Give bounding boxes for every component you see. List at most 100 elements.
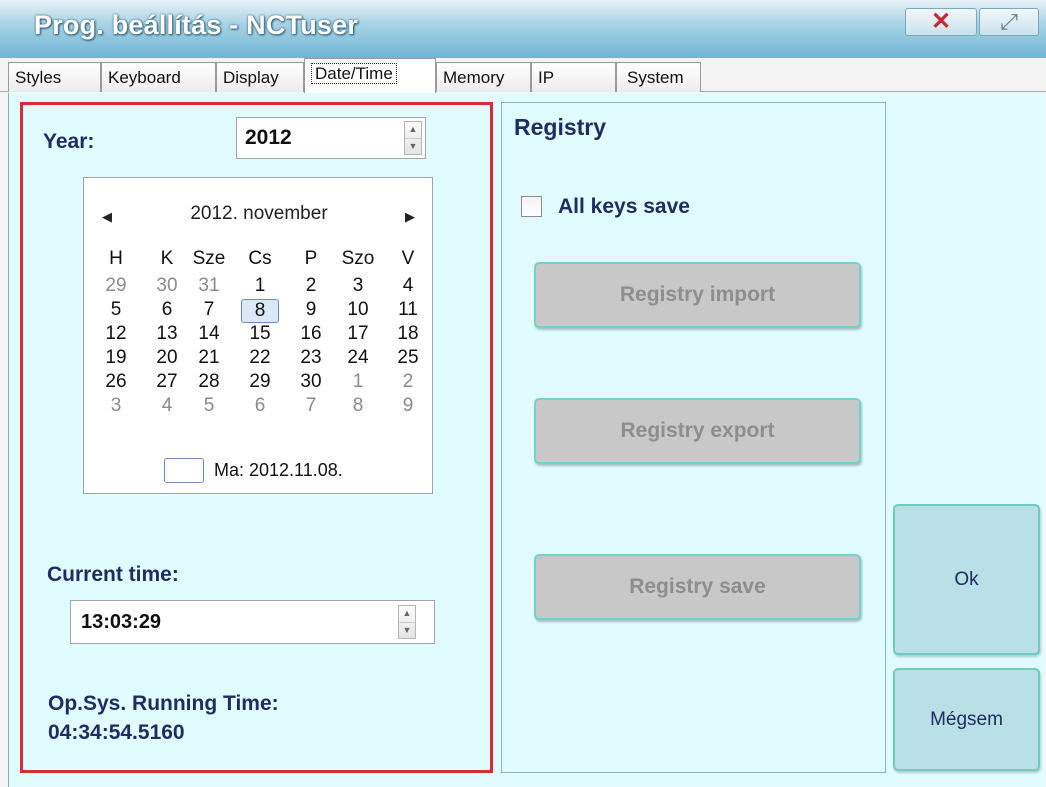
- calendar-day[interactable]: 3: [334, 275, 382, 297]
- calendar-day[interactable]: 6: [236, 395, 284, 417]
- tab-label: Memory: [443, 68, 505, 87]
- calendar-day[interactable]: 7: [287, 395, 335, 417]
- calendar-day-label: 16: [300, 323, 322, 344]
- calendar-day[interactable]: 30: [287, 371, 335, 393]
- tab-ip[interactable]: IP: [531, 62, 616, 92]
- calendar-day[interactable]: 17: [334, 323, 382, 345]
- calendar-day[interactable]: 21: [185, 347, 233, 369]
- calendar-day[interactable]: 13: [143, 323, 191, 345]
- calendar-day[interactable]: 28: [185, 371, 233, 393]
- time-spinner[interactable]: ▲ ▼: [398, 605, 416, 639]
- calendar-day[interactable]: 22: [236, 347, 284, 369]
- calendar-day[interactable]: 12: [92, 323, 140, 345]
- tab-date-time[interactable]: Date/Time: [304, 58, 436, 93]
- calendar-day[interactable]: 7: [185, 299, 233, 321]
- calendar-month-title[interactable]: 2012. november: [84, 203, 434, 225]
- calendar-day[interactable]: 8: [236, 299, 284, 323]
- maximize-button[interactable]: ⤢: [979, 8, 1039, 36]
- calendar-day[interactable]: 5: [92, 299, 140, 321]
- calendar-day[interactable]: 1: [236, 275, 284, 297]
- calendar-day[interactable]: 6: [143, 299, 191, 321]
- spin-up-icon[interactable]: ▲: [399, 606, 415, 622]
- calendar-day-label: 6: [161, 299, 173, 320]
- calendar-day-label: 2: [305, 275, 317, 296]
- all-keys-save-checkbox[interactable]: [521, 196, 542, 217]
- today-link[interactable]: Ma: 2012.11.08.: [214, 460, 343, 481]
- year-input[interactable]: 2012 ▲ ▼: [236, 117, 426, 159]
- calendar-day[interactable]: 10: [334, 299, 382, 321]
- calendar-day[interactable]: 31: [185, 275, 233, 297]
- current-time-input[interactable]: 13:03:29 ▲ ▼: [70, 600, 435, 644]
- calendar-day[interactable]: 4: [143, 395, 191, 417]
- calendar-day-label: 24: [347, 347, 369, 368]
- calendar-day-label: 3: [352, 275, 364, 296]
- tab-display[interactable]: Display: [216, 62, 304, 92]
- calendar-day-label: 18: [397, 323, 419, 344]
- calendar-day[interactable]: 14: [185, 323, 233, 345]
- month-calendar[interactable]: ◀ 2012. november ▶ H K Sze Cs P Szo V 29 30 31 1 2 3…: [83, 177, 433, 494]
- calendar-day[interactable]: 16: [287, 323, 335, 345]
- year-spinner[interactable]: ▲ ▼: [404, 121, 422, 155]
- all-keys-save-label[interactable]: All keys save: [558, 195, 690, 219]
- tab-system[interactable]: System: [616, 62, 701, 92]
- calendar-day[interactable]: 11: [384, 299, 432, 321]
- registry-export-button[interactable]: Registry export: [534, 398, 861, 464]
- calendar-day-label: 12: [105, 323, 127, 344]
- close-button[interactable]: ✕: [905, 8, 977, 36]
- calendar-day[interactable]: 20: [143, 347, 191, 369]
- calendar-day[interactable]: 24: [334, 347, 382, 369]
- calendar-day-label: 7: [305, 395, 317, 416]
- calendar-day-label: 1: [254, 275, 266, 296]
- current-time-label: Current time:: [47, 563, 179, 586]
- calendar-day-label: 20: [156, 347, 178, 368]
- spin-down-icon[interactable]: ▼: [405, 138, 421, 155]
- calendar-day-label: 4: [402, 275, 414, 296]
- registry-save-button[interactable]: Registry save: [534, 554, 861, 620]
- calendar-day[interactable]: 15: [236, 323, 284, 345]
- calendar-day[interactable]: 9: [384, 395, 432, 417]
- calendar-day-label: 30: [300, 371, 322, 392]
- calendar-day[interactable]: 26: [92, 371, 140, 393]
- calendar-day[interactable]: 4: [384, 275, 432, 297]
- calendar-day-name: V: [401, 248, 415, 269]
- calendar-day[interactable]: 29: [92, 275, 140, 297]
- calendar-day-label: 25: [397, 347, 419, 368]
- calendar-day-label: 26: [105, 371, 127, 392]
- spin-up-icon[interactable]: ▲: [405, 122, 421, 138]
- calendar-day-label: 22: [249, 347, 271, 368]
- tab-memory[interactable]: Memory: [436, 62, 531, 92]
- calendar-day[interactable]: 5: [185, 395, 233, 417]
- calendar-day[interactable]: 30: [143, 275, 191, 297]
- registry-import-button[interactable]: Registry import: [534, 262, 861, 328]
- calendar-day-label: 8: [241, 299, 279, 323]
- calendar-day[interactable]: 8: [334, 395, 382, 417]
- calendar-day-label: 29: [105, 275, 127, 296]
- cancel-button[interactable]: Mégsem: [893, 668, 1040, 771]
- calendar-day[interactable]: 2: [384, 371, 432, 393]
- next-month-icon[interactable]: ▶: [405, 209, 415, 225]
- calendar-day-label: 9: [402, 395, 414, 416]
- calendar-day[interactable]: 3: [92, 395, 140, 417]
- calendar-day[interactable]: 27: [143, 371, 191, 393]
- running-time-label: Op.Sys. Running Time:: [48, 692, 279, 715]
- calendar-day-label: 19: [105, 347, 127, 368]
- calendar-day[interactable]: 29: [236, 371, 284, 393]
- calendar-day-label: 6: [254, 395, 266, 416]
- calendar-day[interactable]: 2: [287, 275, 335, 297]
- calendar-day[interactable]: 18: [384, 323, 432, 345]
- calendar-day-label: 11: [398, 299, 418, 320]
- running-time-value: 04:34:54.5160: [48, 721, 185, 744]
- ok-button[interactable]: Ok: [893, 504, 1040, 655]
- calendar-day[interactable]: 23: [287, 347, 335, 369]
- calendar-day[interactable]: 9: [287, 299, 335, 321]
- calendar-day[interactable]: 1: [334, 371, 382, 393]
- tab-styles[interactable]: Styles: [8, 62, 101, 92]
- calendar-day-label: 21: [198, 347, 220, 368]
- calendar-day-label: 15: [249, 323, 271, 344]
- spin-down-icon[interactable]: ▼: [399, 622, 415, 639]
- tab-keyboard[interactable]: Keyboard: [101, 62, 216, 92]
- calendar-day-label: 23: [300, 347, 322, 368]
- calendar-day[interactable]: 25: [384, 347, 432, 369]
- calendar-day[interactable]: 19: [92, 347, 140, 369]
- tab-label: IP: [538, 68, 555, 87]
